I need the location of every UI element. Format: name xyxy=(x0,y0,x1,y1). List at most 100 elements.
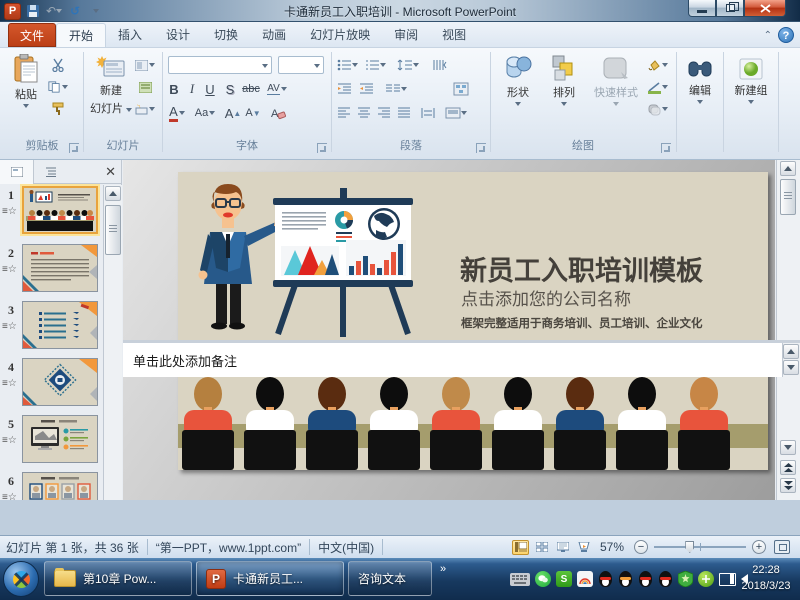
shrink-font-button[interactable]: A▼ xyxy=(244,104,262,122)
reading-view-button[interactable] xyxy=(554,540,571,555)
align-right-button[interactable] xyxy=(375,104,393,122)
grow-font-button[interactable]: A▲ xyxy=(224,104,242,122)
qq-tray-icon-2[interactable] xyxy=(618,571,633,587)
tab-slideshow[interactable]: 幻灯片放映 xyxy=(298,23,382,47)
qq-tray-icon-4[interactable] xyxy=(658,571,673,587)
clipboard-dialog-launcher[interactable] xyxy=(69,143,79,153)
shape-outline-button[interactable] xyxy=(644,78,670,96)
slide-thumbnail-2[interactable]: 2 ≡☆ xyxy=(0,244,104,294)
animation-star-icon[interactable]: ≡☆ xyxy=(2,435,17,446)
scroll-up-icon[interactable] xyxy=(780,161,796,176)
slide-editing-area[interactable]: 新员工入职培训模板 点击添加您的公司名称 框架完整适用于商务培训、员工培训、企业… xyxy=(178,172,768,470)
animation-star-icon[interactable]: ≡☆ xyxy=(2,321,17,332)
qq-tray-icon-1[interactable] xyxy=(598,571,613,587)
arrange-button[interactable]: 排列 xyxy=(544,54,584,106)
outline-tab[interactable] xyxy=(34,160,68,184)
bold-button[interactable]: B xyxy=(166,80,182,98)
taskbar-item-folder[interactable]: 第10章 Pow... xyxy=(44,561,192,596)
strikethrough-button[interactable]: abc xyxy=(240,80,262,98)
slide-description[interactable]: 框架完整适用于商务培训、员工培训、企业文化 xyxy=(461,316,703,330)
previous-slide-button[interactable] xyxy=(780,460,796,475)
slide-thumbnail-3[interactable]: 3 ≡☆ xyxy=(0,301,104,351)
columns-button[interactable] xyxy=(383,80,409,98)
tray-overflow-chevron[interactable]: » xyxy=(440,563,446,575)
taskbar-item-powerpoint[interactable]: P 卡通新员工... xyxy=(196,561,344,596)
font-size-combo[interactable] xyxy=(278,56,324,74)
slide-sorter-view-button[interactable] xyxy=(533,540,550,555)
change-case-button[interactable]: Aa xyxy=(192,104,218,122)
rainbow-tray-icon[interactable] xyxy=(577,571,593,587)
taskbar-item-text[interactable]: 咨询文本 xyxy=(348,561,432,596)
help-icon[interactable]: ? xyxy=(778,27,794,43)
paste-button[interactable]: 粘贴 xyxy=(8,54,44,108)
tab-design[interactable]: 设计 xyxy=(154,23,202,47)
animation-star-icon[interactable]: ≡☆ xyxy=(2,206,17,217)
justify-button[interactable] xyxy=(395,104,413,122)
notes-pane[interactable]: 单击此处添加备注 xyxy=(123,340,800,377)
animation-star-icon[interactable]: ≡☆ xyxy=(2,378,17,389)
align-center-button[interactable] xyxy=(355,104,373,122)
start-button[interactable] xyxy=(3,561,39,597)
restore-button[interactable] xyxy=(716,0,744,17)
new-group-button[interactable]: 新建组 xyxy=(727,58,775,104)
decrease-indent-button[interactable] xyxy=(335,80,353,98)
zoom-slider-thumb[interactable] xyxy=(685,541,694,553)
convert-smartart-button[interactable] xyxy=(451,80,471,98)
slide-title[interactable]: 新员工入职培训模板 xyxy=(460,255,703,286)
animation-star-icon[interactable]: ≡☆ xyxy=(2,492,17,500)
panel-close-icon[interactable]: ✕ xyxy=(105,164,116,180)
wechat-tray-icon[interactable] xyxy=(535,571,551,587)
shapes-button[interactable]: 形状 xyxy=(498,54,538,106)
text-align-vertical-button[interactable] xyxy=(443,104,469,122)
keyboard-tray-icon[interactable] xyxy=(510,573,530,586)
thumbnail-image[interactable] xyxy=(22,472,98,500)
green-orb-tray-icon[interactable] xyxy=(698,571,714,587)
scrollbar-thumb[interactable] xyxy=(780,179,796,215)
zoom-slider[interactable] xyxy=(654,546,746,548)
layout-button[interactable] xyxy=(135,56,155,74)
quick-styles-button[interactable]: 快速样式 xyxy=(588,54,644,106)
editing-button[interactable]: 编辑 xyxy=(680,58,720,104)
italic-button[interactable]: I xyxy=(184,80,200,98)
reset-button[interactable] xyxy=(135,78,155,96)
font-name-combo[interactable] xyxy=(168,56,272,74)
scroll-up-icon[interactable] xyxy=(783,344,799,359)
slide-thumbnail-4[interactable]: 4 ≡☆ xyxy=(0,358,104,408)
normal-view-button[interactable] xyxy=(512,540,529,555)
thumbnail-image[interactable] xyxy=(22,358,98,406)
scroll-down-icon[interactable] xyxy=(783,360,799,375)
tab-review[interactable]: 审阅 xyxy=(382,23,430,47)
slide-thumbnail-5[interactable]: 5 ≡☆ xyxy=(0,415,104,465)
bullets-button[interactable] xyxy=(335,56,359,74)
distribute-button[interactable] xyxy=(417,104,439,122)
thumbnail-image[interactable] xyxy=(22,186,98,234)
theme-name[interactable]: “第一PPT，www.1ppt.com” xyxy=(156,539,301,556)
slide-subtitle[interactable]: 点击添加您的公司名称 xyxy=(461,290,631,309)
cut-button[interactable] xyxy=(48,56,68,74)
antivirus-shield-tray-icon[interactable] xyxy=(678,571,693,587)
close-button[interactable] xyxy=(744,0,786,17)
tab-file[interactable]: 文件 xyxy=(8,23,56,47)
paragraph-dialog-launcher[interactable] xyxy=(476,143,486,153)
thumbnail-image[interactable] xyxy=(22,301,98,349)
scrollbar-thumb[interactable] xyxy=(105,205,121,255)
tab-insert[interactable]: 插入 xyxy=(106,23,154,47)
zoom-out-button[interactable]: − xyxy=(634,540,648,554)
scroll-up-icon[interactable] xyxy=(105,186,121,201)
sogou-tray-icon[interactable]: S xyxy=(556,571,572,587)
tab-animations[interactable]: 动画 xyxy=(250,23,298,47)
slide-thumbnail-6[interactable]: 6 ≡☆ xyxy=(0,472,104,500)
increase-indent-button[interactable] xyxy=(357,80,375,98)
shape-fill-button[interactable] xyxy=(644,56,670,74)
tab-home[interactable]: 开始 xyxy=(56,23,106,47)
font-color-button[interactable]: A xyxy=(166,104,188,122)
font-dialog-launcher[interactable] xyxy=(317,143,327,153)
char-spacing-button[interactable]: AV xyxy=(264,80,290,98)
text-direction-button[interactable] xyxy=(427,56,453,74)
thumbnail-image[interactable] xyxy=(22,244,98,292)
section-button[interactable] xyxy=(135,100,155,118)
scroll-down-icon[interactable] xyxy=(780,440,796,455)
tab-view[interactable]: 视图 xyxy=(430,23,478,47)
minimize-ribbon-icon[interactable]: ⌃ xyxy=(764,30,772,41)
slide-thumbnail-1[interactable]: 1 ≡☆ xyxy=(0,186,104,236)
